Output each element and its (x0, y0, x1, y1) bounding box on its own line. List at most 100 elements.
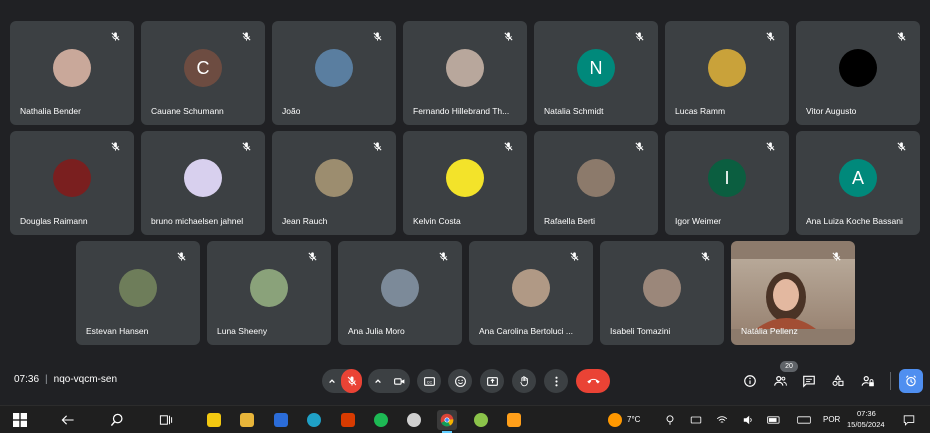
captions-button[interactable]: CC (417, 369, 441, 393)
host-controls-button[interactable] (858, 371, 878, 391)
participant-tile[interactable]: A Ana Luiza Koche Bassani (796, 131, 920, 235)
participant-name: bruno michaelsen jahnel (151, 216, 244, 226)
cc-icon: CC (423, 376, 435, 386)
alarm-activity-button[interactable] (899, 369, 923, 393)
mic-off-icon (438, 249, 452, 263)
participant-name: Vitor Augusto (806, 106, 857, 116)
mic-off-icon (347, 376, 356, 386)
windows-taskbar: 7°C POR 07:36 15/05/2024 (0, 405, 930, 433)
participant-tile[interactable]: Natália Pellenz (731, 241, 855, 345)
edge-app[interactable] (304, 410, 324, 430)
paint-app[interactable] (404, 410, 424, 430)
avatar-initial: A (851, 167, 864, 188)
more-options-button[interactable] (544, 369, 568, 393)
mic-off-icon (634, 29, 648, 43)
participant-tile[interactable]: Nathalia Bender (10, 21, 134, 125)
participant-tile[interactable]: Isabeli Tomazini (600, 241, 724, 345)
participant-tile[interactable]: João (272, 21, 396, 125)
participant-name: Jean Rauch (282, 216, 328, 226)
task-view-icon (159, 415, 173, 425)
camera-options-chevron-icon[interactable] (368, 369, 388, 393)
spotify-app[interactable] (371, 410, 391, 430)
camera-control (368, 369, 410, 393)
weather-widget[interactable] (605, 410, 625, 430)
mic-off-icon (307, 249, 321, 263)
meeting-separator: | (45, 374, 48, 385)
office-app[interactable] (338, 410, 358, 430)
microphone-control (322, 369, 362, 393)
participant-name: Fernando Hillebrand Th... (413, 106, 510, 116)
green-app[interactable] (471, 410, 491, 430)
sticky-notes-icon (207, 413, 221, 427)
participant-tile[interactable]: I Igor Weimer (665, 131, 789, 235)
tray-network[interactable] (712, 410, 732, 430)
chat-icon (803, 375, 815, 388)
file-explorer-app[interactable] (237, 410, 257, 430)
participant-avatar (53, 49, 91, 87)
mic-options-chevron-icon[interactable] (322, 369, 341, 393)
mic-off-icon (110, 29, 124, 43)
people-button[interactable] (770, 371, 790, 391)
meeting-code: nqo-vqcm-sen (53, 374, 117, 385)
participant-name: Cauane Schumann (151, 106, 224, 116)
chat-button[interactable] (799, 371, 819, 391)
tray-keyboard-layout[interactable] (794, 410, 814, 430)
participant-name: João (282, 106, 301, 116)
lock-person-icon (861, 376, 874, 387)
participant-tile[interactable]: N Natalia Schmidt (534, 21, 658, 125)
present-button[interactable] (480, 369, 504, 393)
participant-name: Isabeli Tomazini (610, 326, 671, 336)
back-button[interactable] (58, 410, 78, 430)
raise-hand-button[interactable] (512, 369, 536, 393)
participant-tile[interactable]: Jean Rauch (272, 131, 396, 235)
participant-avatar (184, 159, 222, 197)
word-app[interactable] (271, 410, 291, 430)
orange-app[interactable] (504, 410, 524, 430)
mic-off-icon (765, 139, 779, 153)
clock-time: 07:36 (857, 409, 876, 418)
taskbar-search-button[interactable] (107, 410, 127, 430)
activities-button[interactable] (828, 371, 848, 391)
camera-button[interactable] (388, 369, 410, 393)
participant-tile[interactable]: Luna Sheeny (207, 241, 331, 345)
notification-icon (903, 415, 915, 426)
tray-keyboard[interactable] (686, 410, 706, 430)
participant-name: Ana Carolina Bertoluci ... (479, 326, 574, 336)
participant-tile[interactable]: Ana Carolina Bertoluci ... (469, 241, 593, 345)
mic-off-icon (569, 249, 583, 263)
notifications-button[interactable] (899, 410, 919, 430)
participant-tile[interactable]: Estevan Hansen (76, 241, 200, 345)
task-view-button[interactable] (156, 410, 176, 430)
mic-off-icon (700, 249, 714, 263)
leave-call-button[interactable] (576, 369, 610, 393)
sticky-notes-app[interactable] (204, 410, 224, 430)
participant-tile[interactable]: Fernando Hillebrand Th... (403, 21, 527, 125)
participant-tile[interactable]: Ana Julia Moro (338, 241, 462, 345)
participant-tile[interactable]: Douglas Raimann (10, 131, 134, 235)
edge-icon (307, 413, 321, 427)
tray-battery[interactable] (764, 410, 784, 430)
tray-meet-now[interactable] (660, 410, 680, 430)
participant-tile[interactable]: bruno michaelsen jahnel (141, 131, 265, 235)
chrome-icon (440, 413, 454, 427)
sun-icon (608, 413, 622, 427)
participant-name: Ana Julia Moro (348, 326, 405, 336)
windows-start-button[interactable] (10, 410, 30, 430)
mic-off-icon (372, 29, 386, 43)
avatar-initial: C (196, 57, 210, 78)
meeting-details-button[interactable] (740, 371, 760, 391)
mic-off-button[interactable] (341, 369, 362, 393)
participant-tile[interactable]: Lucas Ramm (665, 21, 789, 125)
participant-tile[interactable]: Vitor Augusto (796, 21, 920, 125)
spotify-icon (374, 413, 388, 427)
emoji-button[interactable] (448, 369, 472, 393)
mic-off-icon (503, 139, 517, 153)
participant-tile[interactable]: Rafaella Berti (534, 131, 658, 235)
meeting-info: 07:36 | nqo-vqcm-sen (14, 374, 117, 385)
chrome-app[interactable] (437, 410, 457, 430)
participant-tile[interactable]: Kelvin Costa (403, 131, 527, 235)
tray-volume[interactable] (738, 410, 758, 430)
participant-tile[interactable]: C Cauane Schumann (141, 21, 265, 125)
windows-logo-icon (13, 413, 27, 427)
camera-icon (393, 377, 404, 385)
